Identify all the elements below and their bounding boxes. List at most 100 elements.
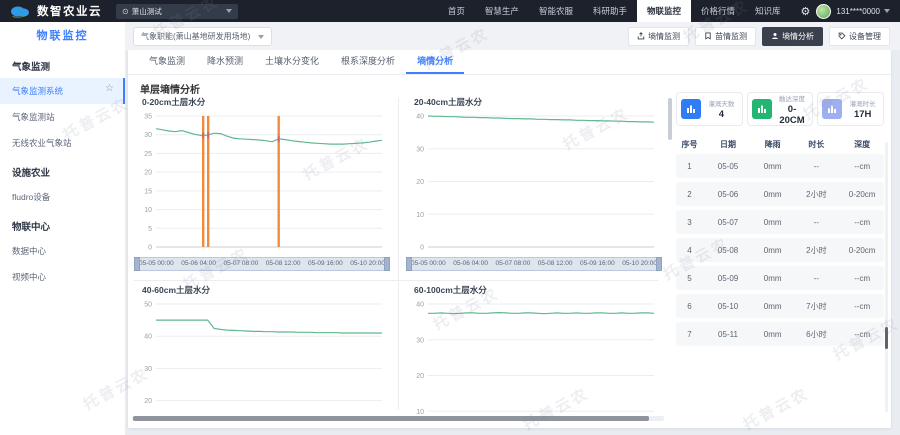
column-header: 深度	[840, 139, 884, 150]
tab-soil-moisture-change[interactable]: 土壤水分变化	[254, 50, 330, 74]
table-cell: 6小时	[792, 329, 840, 340]
svg-text:0: 0	[420, 245, 424, 252]
table-cell: 7	[676, 330, 703, 339]
sidebar-item-label: 气象监测站	[12, 112, 55, 122]
bar-chart-icon	[681, 99, 701, 119]
svg-text:10: 10	[144, 207, 152, 214]
moisture-analysis-button[interactable]: 墒情分析	[762, 27, 823, 46]
table-cell: 0mm	[753, 330, 793, 339]
svg-text:35: 35	[144, 114, 152, 121]
moisture-monitor-button[interactable]: 墒情监测	[628, 27, 689, 46]
table-cell: 3	[676, 218, 703, 227]
sidebar: 气象监测气象监测系统☆气象监测站无线农业气象站设施农业fludro设备物联中心数…	[0, 50, 125, 435]
table-cell: 6	[676, 302, 703, 311]
nav-item-iot-monitoring[interactable]: 物联监控	[637, 0, 691, 22]
user-phone[interactable]: 131****0000	[836, 7, 880, 16]
star-icon[interactable]: ☆	[105, 83, 114, 94]
table-cell: 7小时	[792, 301, 840, 312]
svg-text:30: 30	[144, 132, 152, 139]
table-cell: 4	[676, 246, 703, 255]
nav-item-knowledge-base[interactable]: 知识库	[745, 0, 791, 22]
sidebar-item-video-center[interactable]: 视频中心	[0, 264, 125, 290]
column-header: 降雨	[753, 139, 793, 150]
nav-item-home[interactable]: 首页	[438, 0, 475, 22]
sidebar-item-weather-monitor-station[interactable]: 气象监测站	[0, 104, 125, 130]
location-value: 萧山测试	[132, 6, 222, 17]
table-row: 105-050mm----cm	[676, 154, 884, 178]
sidebar-group-header-1: 设施农业	[0, 156, 125, 184]
avatar[interactable]	[816, 4, 831, 19]
table-row: 305-070mm----cm	[676, 210, 884, 234]
sidebar-item-label: 无线农业气象站	[12, 138, 72, 148]
nav-item-research-assistant[interactable]: 科研助手	[583, 0, 637, 22]
chevron-down-icon	[258, 35, 264, 39]
content-header: 气象职能(萧山基地研发用场地) 墒情监测 苗情监测 墒情分析设备管理	[125, 22, 900, 50]
charts-vertical-scrollbar[interactable]	[667, 94, 672, 422]
chart-title: 40-60cm土层水分	[132, 282, 392, 298]
gear-icon[interactable]: ⚙	[801, 5, 811, 18]
chart-divider-vertical	[398, 98, 399, 410]
table-cell: 2	[676, 190, 703, 199]
chart-title: 20-40cm土层水分	[404, 94, 664, 110]
table-cell: 2小时	[792, 245, 840, 256]
sidebar-item-fludro-device[interactable]: fludro设备	[0, 184, 125, 210]
bar-chart-icon	[752, 99, 772, 119]
sidebar-item-label: 数据中心	[12, 246, 46, 256]
table-cell: 0mm	[753, 302, 793, 311]
datazoom-slider[interactable]: 05-05 00:0005-06 04:0005-07 08:0005-08 1…	[406, 257, 662, 271]
svg-text:20: 20	[144, 398, 152, 405]
table-cell: --cm	[840, 274, 884, 283]
table-scrollbar[interactable]	[885, 142, 888, 412]
seedling-monitor-button[interactable]: 苗情监测	[695, 27, 756, 46]
table-cell: 0mm	[753, 246, 793, 255]
svg-text:30: 30	[416, 146, 424, 153]
tab-weather-monitoring[interactable]: 气象监测	[138, 50, 196, 74]
device-manage-button[interactable]: 设备管理	[829, 27, 890, 46]
nav-item-price-market[interactable]: 价格行情	[691, 0, 745, 22]
datazoom-slider[interactable]: 05-05 00:0005-06 04:0005-07 08:0005-08 1…	[134, 257, 390, 271]
x-axis-labels: 05-05 00:0005-06 04:0005-07 08:0005-08 1…	[135, 258, 389, 270]
tab-precipitation-forecast[interactable]: 降水预测	[196, 50, 254, 74]
location-pin-icon: ⊙	[122, 7, 129, 16]
nav-item-smart-production[interactable]: 智慧生产	[475, 0, 529, 22]
sidebar-item-label: 气象监测系统	[12, 86, 63, 96]
bar-chart-icon	[822, 99, 842, 119]
chart-soil-40-60: 40-60cm土层水分01020304050	[132, 282, 392, 422]
chart-plot: 010203040	[404, 110, 664, 257]
nav-item-smart-agri-service[interactable]: 智能农服	[529, 0, 583, 22]
table-cell: 05-07	[703, 218, 753, 227]
svg-text:30: 30	[416, 337, 424, 344]
stat-text: 灌溉时长17H	[846, 98, 879, 120]
sidebar-item-data-center[interactable]: 数据中心	[0, 238, 125, 264]
chart-plot: 05101520253035	[132, 110, 392, 257]
sidebar-item-weather-monitor-system[interactable]: 气象监测系统 ☆	[0, 78, 125, 104]
seedling-monitor-label: 苗情监测	[715, 31, 747, 42]
right-panel: 灌溉天数4触达深度0-20CM灌溉时长17H 序号日期降雨时长深度105-050…	[676, 92, 884, 424]
table-cell: --	[792, 218, 840, 227]
tab-root-depth-analysis[interactable]: 根系深度分析	[330, 50, 406, 74]
station-select[interactable]: 气象职能(萧山基地研发用场地)	[133, 27, 272, 46]
module-title: 物联监控	[0, 22, 125, 50]
location-select[interactable]: ⊙ 萧山测试	[116, 4, 238, 19]
svg-text:20: 20	[144, 170, 152, 177]
user-chevron-down-icon[interactable]	[884, 9, 890, 13]
tab-moisture-analysis[interactable]: 墒情分析	[406, 50, 464, 74]
column-header: 时长	[792, 139, 840, 150]
sidebar-item-wireless-agri-weather-station[interactable]: 无线农业气象站	[0, 130, 125, 156]
table-cell: 05-08	[703, 246, 753, 255]
chart-title: 60-100cm土层水分	[404, 282, 664, 298]
chart-plot: 01020304050	[132, 298, 392, 422]
table-cell: 2小时	[792, 189, 840, 200]
table-cell: 0mm	[753, 274, 793, 283]
table-cell: 0-20cm	[840, 190, 884, 199]
irrigation-table: 序号日期降雨时长深度105-050mm----cm205-060mm2小时0-2…	[676, 134, 884, 346]
svg-text:30: 30	[144, 366, 152, 373]
table-row: 705-110mm6小时--cm	[676, 322, 884, 346]
badge-icon	[704, 32, 712, 42]
svg-text:20: 20	[416, 179, 424, 186]
stat-card-irrigation-duration: 灌溉时长17H	[817, 92, 884, 126]
table-row: 605-100mm7小时--cm	[676, 294, 884, 318]
table-cell: 0-20cm	[840, 246, 884, 255]
person-icon	[771, 32, 779, 42]
table-cell: 05-09	[703, 274, 753, 283]
